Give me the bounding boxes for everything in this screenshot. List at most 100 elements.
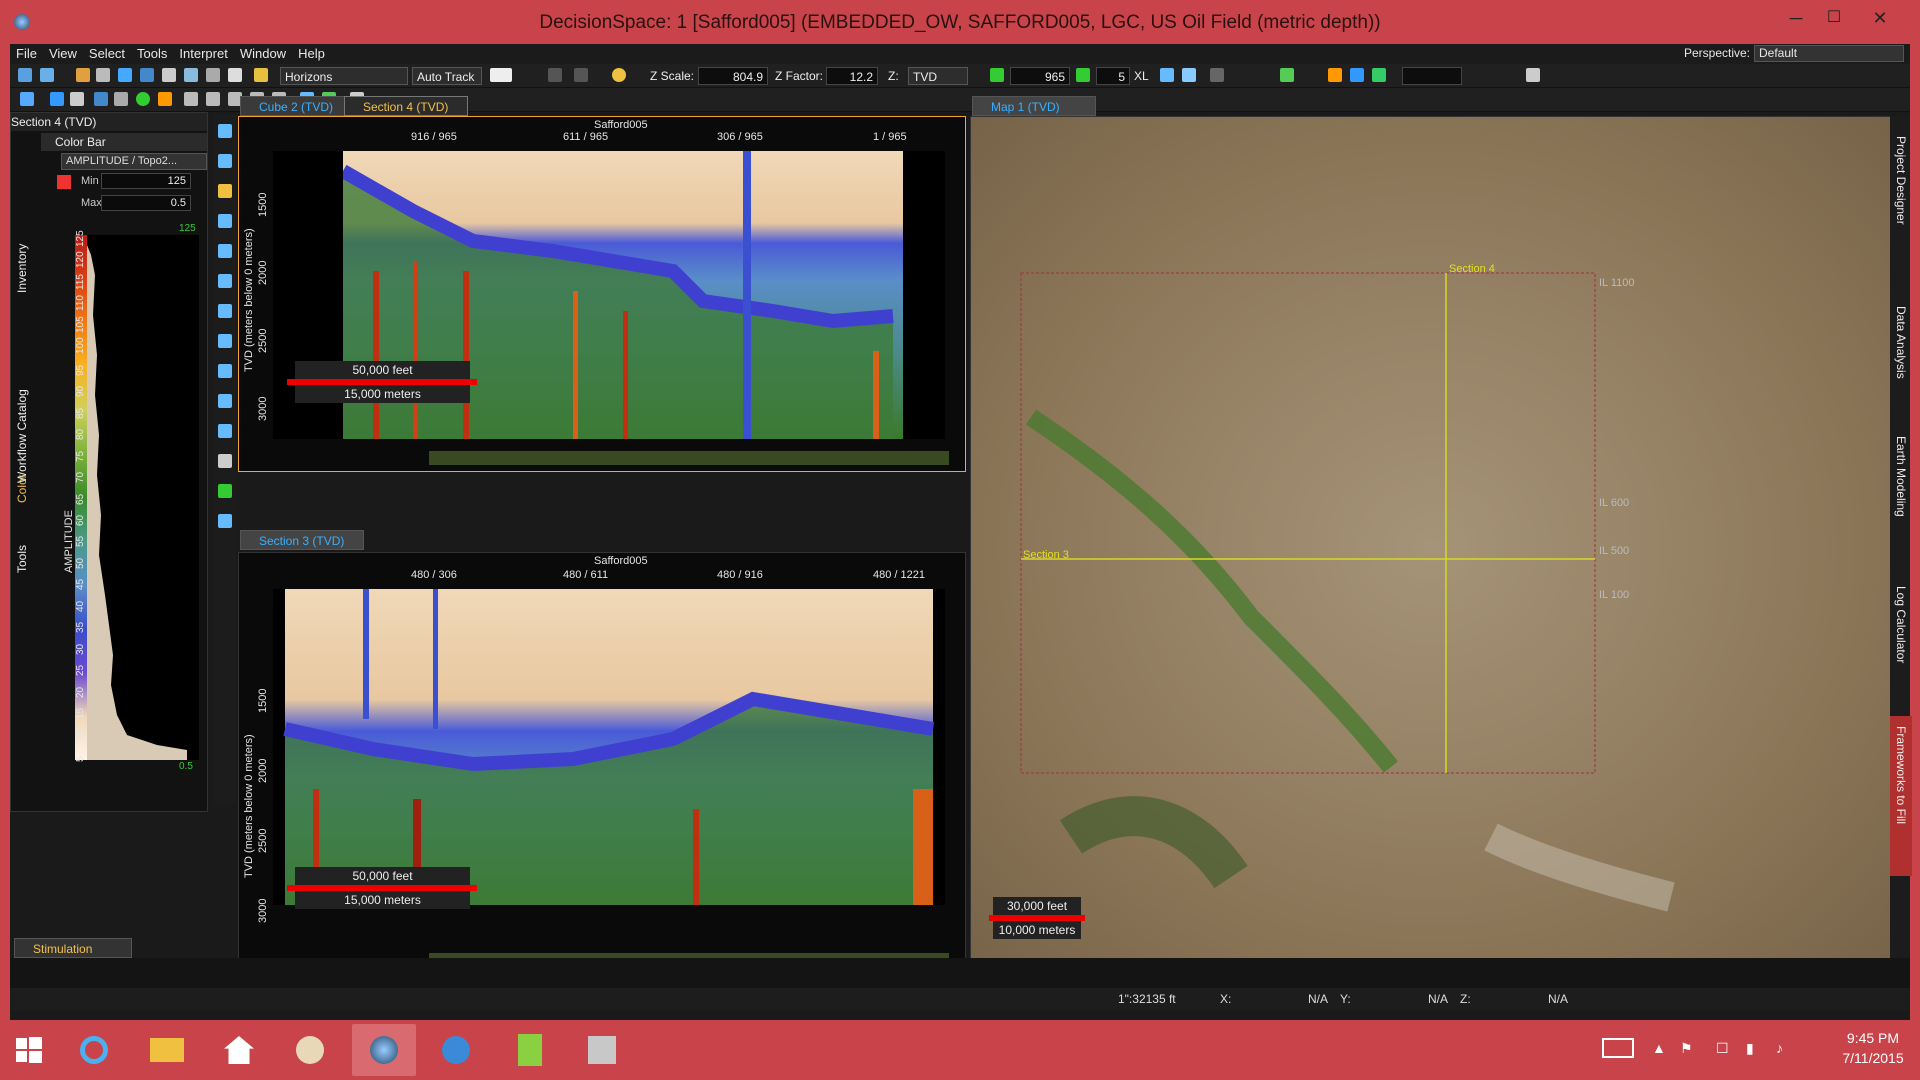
earth-modeling-tab[interactable]: Earth Modeling [1890, 426, 1912, 556]
tab-section4[interactable]: Section 4 (TVD) [344, 96, 468, 116]
minimize-button[interactable]: ─ [1778, 6, 1814, 30]
network-icon[interactable]: ☐ [1716, 1040, 1729, 1057]
log-icon[interactable] [1350, 68, 1364, 82]
volume-icon[interactable]: ♪ [1776, 1040, 1783, 1056]
pencil-icon[interactable] [254, 68, 268, 82]
maximize-button[interactable]: ☐ [1816, 6, 1852, 30]
eraser-icon[interactable] [218, 364, 232, 378]
zoom-icon[interactable] [218, 124, 232, 138]
min-input[interactable]: 125 [101, 173, 191, 189]
clock-time[interactable]: 9:45 PM [1836, 1030, 1910, 1046]
next-line-icon[interactable] [1076, 68, 1090, 82]
menu-select[interactable]: Select [83, 44, 131, 61]
frameworks-to-fill-tab[interactable]: Frameworks to Fill [1890, 716, 1912, 876]
zfactor-input[interactable]: 12.2 [826, 67, 878, 85]
menu-file[interactable]: File [10, 44, 43, 61]
print-icon[interactable] [218, 454, 232, 468]
battery-icon[interactable]: ▮ [1746, 1040, 1754, 1057]
close-button[interactable]: ✕ [1862, 6, 1898, 30]
panel-icon[interactable] [1526, 68, 1540, 82]
z-domain-dropdown[interactable]: TVD [908, 67, 968, 85]
palette-icon[interactable] [158, 92, 172, 106]
map-view[interactable]: Section 4 Section 3 IL 1100 IL 600 IL 50… [970, 116, 1891, 977]
menu-help[interactable]: Help [292, 44, 331, 61]
attribute-dropdown[interactable]: AMPLITUDE / Topo2... [61, 153, 207, 170]
section3-seismic[interactable] [273, 589, 945, 905]
layers-icon[interactable] [94, 92, 108, 106]
tab-stimulation[interactable]: Stimulation [14, 938, 132, 958]
rect-select-icon[interactable] [218, 514, 232, 528]
perspective-dropdown[interactable]: Default [1754, 45, 1904, 62]
select-icon[interactable] [218, 394, 232, 408]
well-icon[interactable] [1160, 68, 1174, 82]
new-icon[interactable] [18, 68, 32, 82]
autotrack-dropdown[interactable]: Auto Track [412, 67, 482, 85]
color-swatch-icon[interactable] [57, 175, 71, 189]
data-analysis-tab[interactable]: Data Analysis [1890, 296, 1912, 406]
snapshot-icon[interactable] [218, 334, 232, 348]
menu-tools[interactable]: Tools [131, 44, 173, 61]
home-button[interactable] [206, 1024, 270, 1076]
keyboard-icon[interactable] [1602, 1038, 1634, 1058]
file-explorer-button[interactable] [134, 1024, 198, 1076]
color-swatch-icon[interactable] [490, 68, 512, 82]
bookmark-icon[interactable] [1210, 68, 1224, 82]
save-icon[interactable] [40, 68, 54, 82]
filter-input[interactable] [1402, 67, 1462, 85]
print-icon[interactable] [228, 68, 242, 82]
pointer-icon[interactable] [162, 68, 176, 82]
tracking-icon[interactable] [218, 184, 232, 198]
grid-dots-icon[interactable] [114, 92, 128, 106]
rotate-icon[interactable] [218, 154, 232, 168]
triangle-icon[interactable] [50, 92, 64, 106]
sigma-icon[interactable] [1372, 68, 1386, 82]
step-input[interactable]: 5 [1096, 67, 1130, 85]
window-icon[interactable] [184, 92, 198, 106]
clock-date[interactable]: 7/11/2015 [1836, 1050, 1910, 1066]
project-designer-tab[interactable]: Project Designer [1890, 126, 1912, 276]
flag-icon[interactable]: ⚑ [1680, 1040, 1693, 1057]
pick-icon[interactable] [118, 68, 132, 82]
cascade-icon[interactable] [206, 92, 220, 106]
landmark-button[interactable] [424, 1024, 488, 1076]
camera-icon[interactable] [206, 68, 220, 82]
zscale-input[interactable]: 804.9 [698, 67, 768, 85]
tab-map1[interactable]: Map 1 (TVD) [972, 96, 1096, 116]
menu-window[interactable]: Window [234, 44, 292, 61]
attribute-icon[interactable] [1328, 68, 1342, 82]
tray-expand-icon[interactable]: ▲ [1652, 1040, 1666, 1056]
prev-line-icon[interactable] [990, 68, 1004, 82]
tools-tab[interactable]: Tools [13, 523, 35, 583]
sun-icon[interactable] [612, 68, 626, 82]
list-icon[interactable] [70, 92, 84, 106]
decisionspace-button[interactable] [352, 1024, 416, 1076]
table-icon[interactable] [20, 92, 34, 106]
ruler-icon[interactable] [140, 68, 154, 82]
log-calculator-tab[interactable]: Log Calculator [1890, 576, 1912, 696]
lock-icon[interactable] [96, 68, 110, 82]
color-tab[interactable]: Color [13, 453, 35, 513]
seed-icon[interactable] [1280, 68, 1294, 82]
tab-cube2[interactable]: Cube 2 (TVD) [240, 96, 350, 116]
undo-icon[interactable] [548, 68, 562, 82]
annotate-icon[interactable] [218, 304, 232, 318]
menu-interpret[interactable]: Interpret [173, 44, 233, 61]
redo-icon[interactable] [574, 68, 588, 82]
grid-icon[interactable] [184, 68, 198, 82]
measure-icon[interactable] [218, 274, 232, 288]
globe-icon[interactable] [218, 484, 232, 498]
open-icon[interactable] [76, 68, 90, 82]
tab-section3[interactable]: Section 3 (TVD) [240, 530, 364, 550]
paint-button[interactable] [278, 1024, 342, 1076]
pick-icon[interactable] [218, 244, 232, 258]
menu-view[interactable]: View [43, 44, 83, 61]
pan-icon[interactable] [218, 214, 232, 228]
section4-hscroll[interactable] [429, 451, 949, 465]
tools-button[interactable] [570, 1024, 634, 1076]
start-button[interactable] [2, 1024, 58, 1076]
calculator-button[interactable] [498, 1024, 562, 1076]
line-number-input[interactable]: 965 [1010, 67, 1070, 85]
globe-icon[interactable] [136, 92, 150, 106]
max-input[interactable]: 0.5 [101, 195, 191, 211]
horizons-dropdown[interactable]: Horizons [280, 67, 408, 85]
